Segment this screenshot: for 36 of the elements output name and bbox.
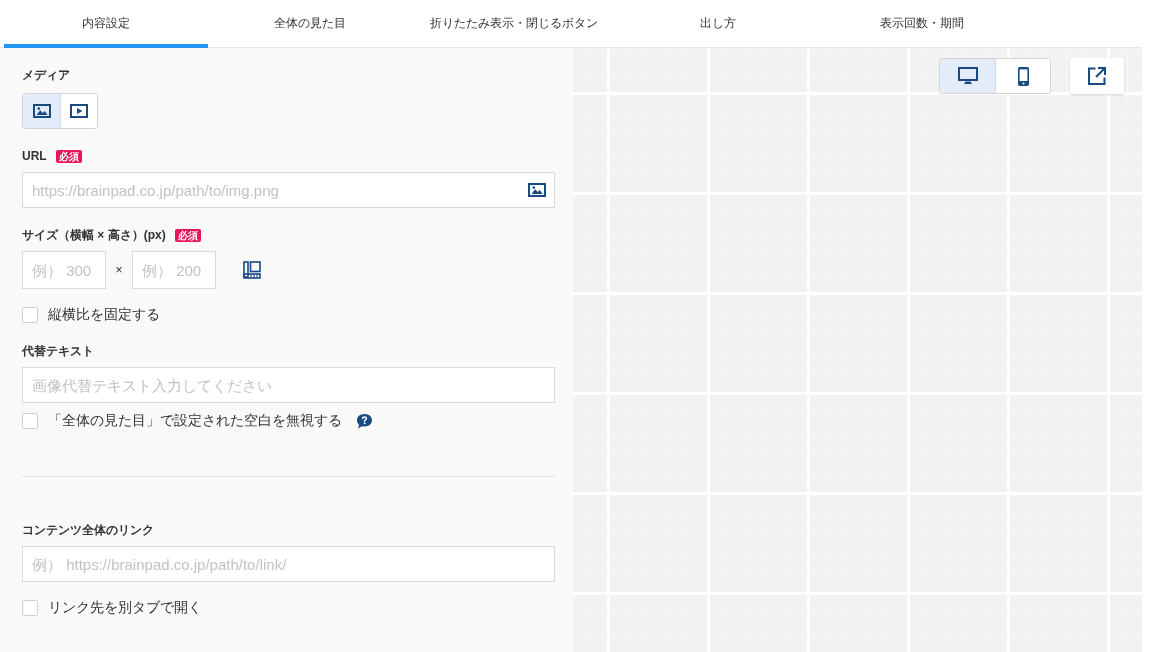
- checkbox[interactable]: [22, 413, 38, 429]
- field-label: サイズ（横幅 × 高さ）(px): [22, 226, 166, 244]
- tab[interactable]: 折りたたみ表示・閉じるボタン: [412, 0, 616, 48]
- checkbox[interactable]: [22, 600, 38, 616]
- checkbox-label: 「全体の見た目」で設定された空白を無視する: [48, 412, 342, 430]
- width-input[interactable]: 例） 300: [22, 251, 106, 289]
- checkbox-label: リンク先を別タブで開く: [48, 599, 202, 617]
- tab[interactable]: 表示回数・期間: [820, 0, 1024, 48]
- text-input[interactable]: https://brainpad.co.jp/path/to/img.png: [22, 172, 555, 208]
- text-input[interactable]: 画像代替テキスト入力してください: [22, 367, 555, 403]
- tab[interactable]: 全体の見た目: [208, 0, 412, 48]
- field-label: URL: [22, 149, 47, 163]
- checkbox[interactable]: [22, 307, 38, 323]
- image-icon[interactable]: [528, 183, 546, 197]
- field-label: メディア: [22, 66, 70, 84]
- device-toggle-button[interactable]: [940, 59, 995, 93]
- field-label: コンテンツ全体のリンク: [22, 521, 154, 539]
- monitor-icon: [957, 67, 978, 85]
- device-toggle-button[interactable]: [995, 59, 1050, 93]
- required-badge: 必須: [55, 149, 82, 163]
- external-link-button[interactable]: [1070, 58, 1124, 94]
- height-input[interactable]: 例） 200: [132, 251, 216, 289]
- phone-icon: [1017, 66, 1029, 86]
- size-separator: ×: [114, 263, 124, 277]
- text-input[interactable]: 例） https://brainpad.co.jp/path/to/link/: [22, 546, 555, 582]
- layout-icon[interactable]: [243, 261, 261, 279]
- image-icon: [32, 104, 51, 118]
- media-type-button[interactable]: [23, 94, 60, 128]
- tab[interactable]: 出し方: [616, 0, 820, 48]
- media-type-button[interactable]: [60, 94, 97, 128]
- external-link-icon: [1087, 66, 1107, 86]
- field-label: 代替テキスト: [22, 342, 94, 360]
- required-badge: 必須: [174, 228, 201, 242]
- help-icon[interactable]: [356, 413, 373, 429]
- checkbox-label: 縦横比を固定する: [48, 306, 160, 324]
- play-icon: [70, 104, 88, 118]
